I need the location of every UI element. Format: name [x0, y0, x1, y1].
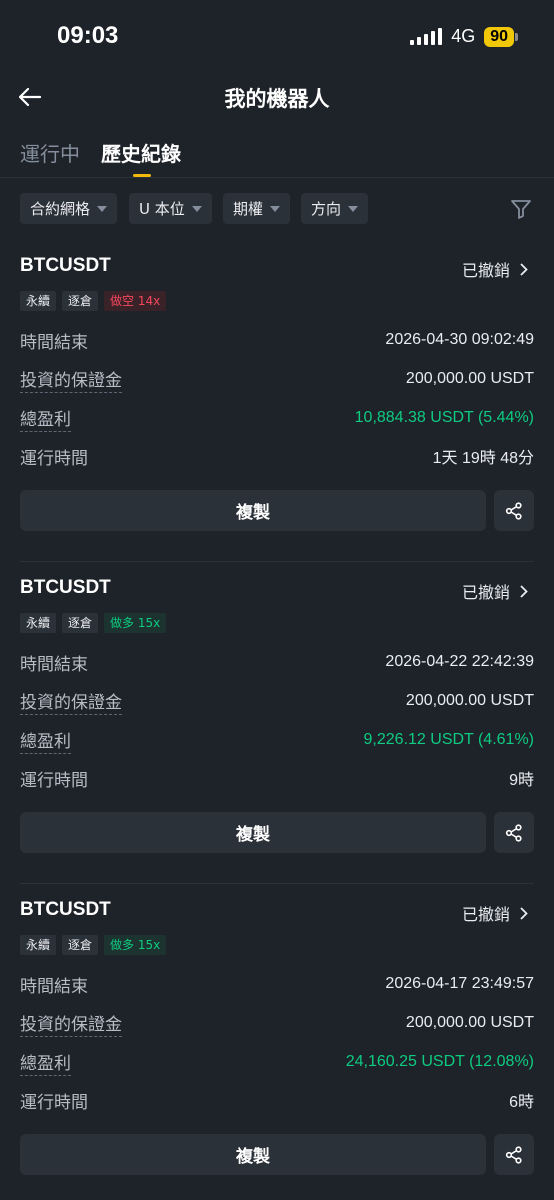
filter-direction[interactable]: 方向 — [301, 193, 369, 224]
filter-margin-type[interactable]: U 本位 — [129, 193, 212, 224]
share-icon[interactable] — [494, 812, 534, 853]
filter-label: 合約網格 — [30, 200, 91, 218]
margin-label[interactable]: 投資的保證金 — [20, 688, 122, 715]
runtime-row: 運行時間 1天 19時 48分 — [20, 443, 534, 469]
tab-running[interactable]: 運行中 — [20, 138, 80, 167]
bot-card: BTCUSDT 已撤銷 永續 逐倉 做空 14x 時間結束 2026-04-30… — [0, 240, 554, 562]
end-time-value: 2026-04-17 23:49:57 — [385, 975, 534, 992]
symbol: BTCUSDT — [20, 255, 111, 276]
active-tab-indicator — [133, 174, 151, 177]
tag-direction: 做空 14x — [104, 291, 167, 311]
symbol: BTCUSDT — [20, 899, 111, 920]
runtime-value: 9時 — [509, 772, 534, 789]
pnl-row: 總盈利 10,884.38 USDT (5.44%) — [20, 405, 534, 432]
pnl-value: 24,160.25 USDT (12.08%) — [345, 1053, 534, 1070]
bot-card: BTCUSDT 已撤銷 永續 逐倉 做多 15x 時間結束 2026-04-17… — [0, 884, 554, 1200]
bot-status-link[interactable]: 已撤銷 — [462, 901, 528, 925]
status-time: 09:03 — [57, 22, 119, 49]
tag-direction: 做多 15x — [104, 613, 167, 633]
copy-button[interactable]: 複製 — [20, 812, 486, 853]
runtime-value: 1天 19時 48分 — [432, 450, 534, 467]
status-text: 已撤銷 — [461, 905, 510, 924]
margin-value: 200,000.00 USDT — [405, 692, 534, 709]
pnl-label[interactable]: 總盈利 — [20, 727, 71, 754]
status-text: 已撤銷 — [461, 261, 510, 280]
end-time-label: 時間結束 — [20, 332, 88, 353]
symbol: BTCUSDT — [20, 577, 111, 598]
battery-icon: 90 — [484, 26, 518, 47]
runtime-label: 運行時間 — [20, 448, 88, 469]
filter-bar: 合約網格 U 本位 期權 方向 — [0, 178, 554, 240]
filter-label: U 本位 — [139, 200, 185, 218]
status-bar: 09:03 4G 90 — [0, 0, 554, 75]
battery-level: 90 — [484, 26, 514, 47]
tag-direction: 做多 15x — [104, 935, 167, 955]
end-time-row: 時間結束 2026-04-30 09:02:49 — [20, 327, 534, 353]
tags: 永續 逐倉 做空 14x — [20, 291, 167, 311]
nav-bar: 我的機器人 — [0, 75, 554, 120]
margin-value: 200,000.00 USDT — [405, 1014, 534, 1031]
funnel-filter-icon[interactable] — [510, 198, 532, 220]
runtime-value: 6時 — [509, 1094, 534, 1111]
status-indicators: 4G 90 — [410, 26, 518, 47]
copy-button[interactable]: 複製 — [20, 1134, 486, 1175]
runtime-label: 運行時間 — [20, 770, 88, 791]
chevron-right-icon — [520, 584, 528, 598]
runtime-row: 運行時間 6時 — [20, 1087, 534, 1113]
chevron-right-icon — [520, 262, 528, 276]
runtime-row: 運行時間 9時 — [20, 765, 534, 791]
tag-perpetual: 永續 — [20, 613, 57, 633]
tags: 永續 逐倉 做多 15x — [20, 613, 167, 633]
filter-label: 期權 — [233, 200, 264, 218]
tag-isolated: 逐倉 — [62, 935, 99, 955]
pnl-value: 9,226.12 USDT (4.61%) — [363, 731, 534, 748]
bot-status-link[interactable]: 已撤銷 — [462, 257, 528, 281]
caret-down-icon — [348, 205, 359, 212]
network-type: 4G — [451, 26, 476, 46]
pnl-row: 總盈利 24,160.25 USDT (12.08%) — [20, 1049, 534, 1076]
margin-row: 投資的保證金 200,000.00 USDT — [20, 366, 534, 393]
end-time-value: 2026-04-30 09:02:49 — [385, 331, 534, 348]
caret-down-icon — [97, 205, 108, 212]
margin-row: 投資的保證金 200,000.00 USDT — [20, 1010, 534, 1037]
tab-bar: 運行中 歷史紀錄 — [0, 120, 554, 178]
share-icon[interactable] — [494, 1134, 534, 1175]
margin-label[interactable]: 投資的保證金 — [20, 366, 122, 393]
caret-down-icon — [270, 205, 281, 212]
pnl-row: 總盈利 9,226.12 USDT (4.61%) — [20, 727, 534, 754]
end-time-row: 時間結束 2026-04-17 23:49:57 — [20, 971, 534, 997]
share-icon[interactable] — [494, 490, 534, 531]
end-time-value: 2026-04-22 22:42:39 — [385, 653, 534, 670]
margin-row: 投資的保證金 200,000.00 USDT — [20, 688, 534, 715]
page-title: 我的機器人 — [224, 87, 330, 111]
status-text: 已撤銷 — [461, 583, 510, 602]
copy-button[interactable]: 複製 — [20, 490, 486, 531]
end-time-row: 時間結束 2026-04-22 22:42:39 — [20, 649, 534, 675]
chevron-right-icon — [520, 906, 528, 920]
tag-isolated: 逐倉 — [62, 291, 99, 311]
margin-value: 200,000.00 USDT — [405, 370, 534, 387]
filter-grid-type[interactable]: 合約網格 — [20, 193, 118, 224]
pnl-value: 10,884.38 USDT (5.44%) — [354, 409, 534, 426]
end-time-label: 時間結束 — [20, 976, 88, 997]
caret-down-icon — [191, 205, 202, 212]
tag-perpetual: 永續 — [20, 935, 57, 955]
filter-label: 方向 — [311, 200, 342, 218]
tab-history[interactable]: 歷史紀錄 — [101, 138, 181, 167]
tags: 永續 逐倉 做多 15x — [20, 935, 167, 955]
tag-isolated: 逐倉 — [62, 613, 99, 633]
margin-label[interactable]: 投資的保證金 — [20, 1010, 122, 1037]
pnl-label[interactable]: 總盈利 — [20, 1049, 71, 1076]
bot-card: BTCUSDT 已撤銷 永續 逐倉 做多 15x 時間結束 2026-04-22… — [0, 562, 554, 884]
pnl-label[interactable]: 總盈利 — [20, 405, 71, 432]
end-time-label: 時間結束 — [20, 654, 88, 675]
bot-status-link[interactable]: 已撤銷 — [462, 579, 528, 603]
filter-period[interactable]: 期權 — [223, 193, 291, 224]
signal-icon — [410, 28, 443, 45]
runtime-label: 運行時間 — [20, 1092, 88, 1113]
tag-perpetual: 永續 — [20, 291, 57, 311]
